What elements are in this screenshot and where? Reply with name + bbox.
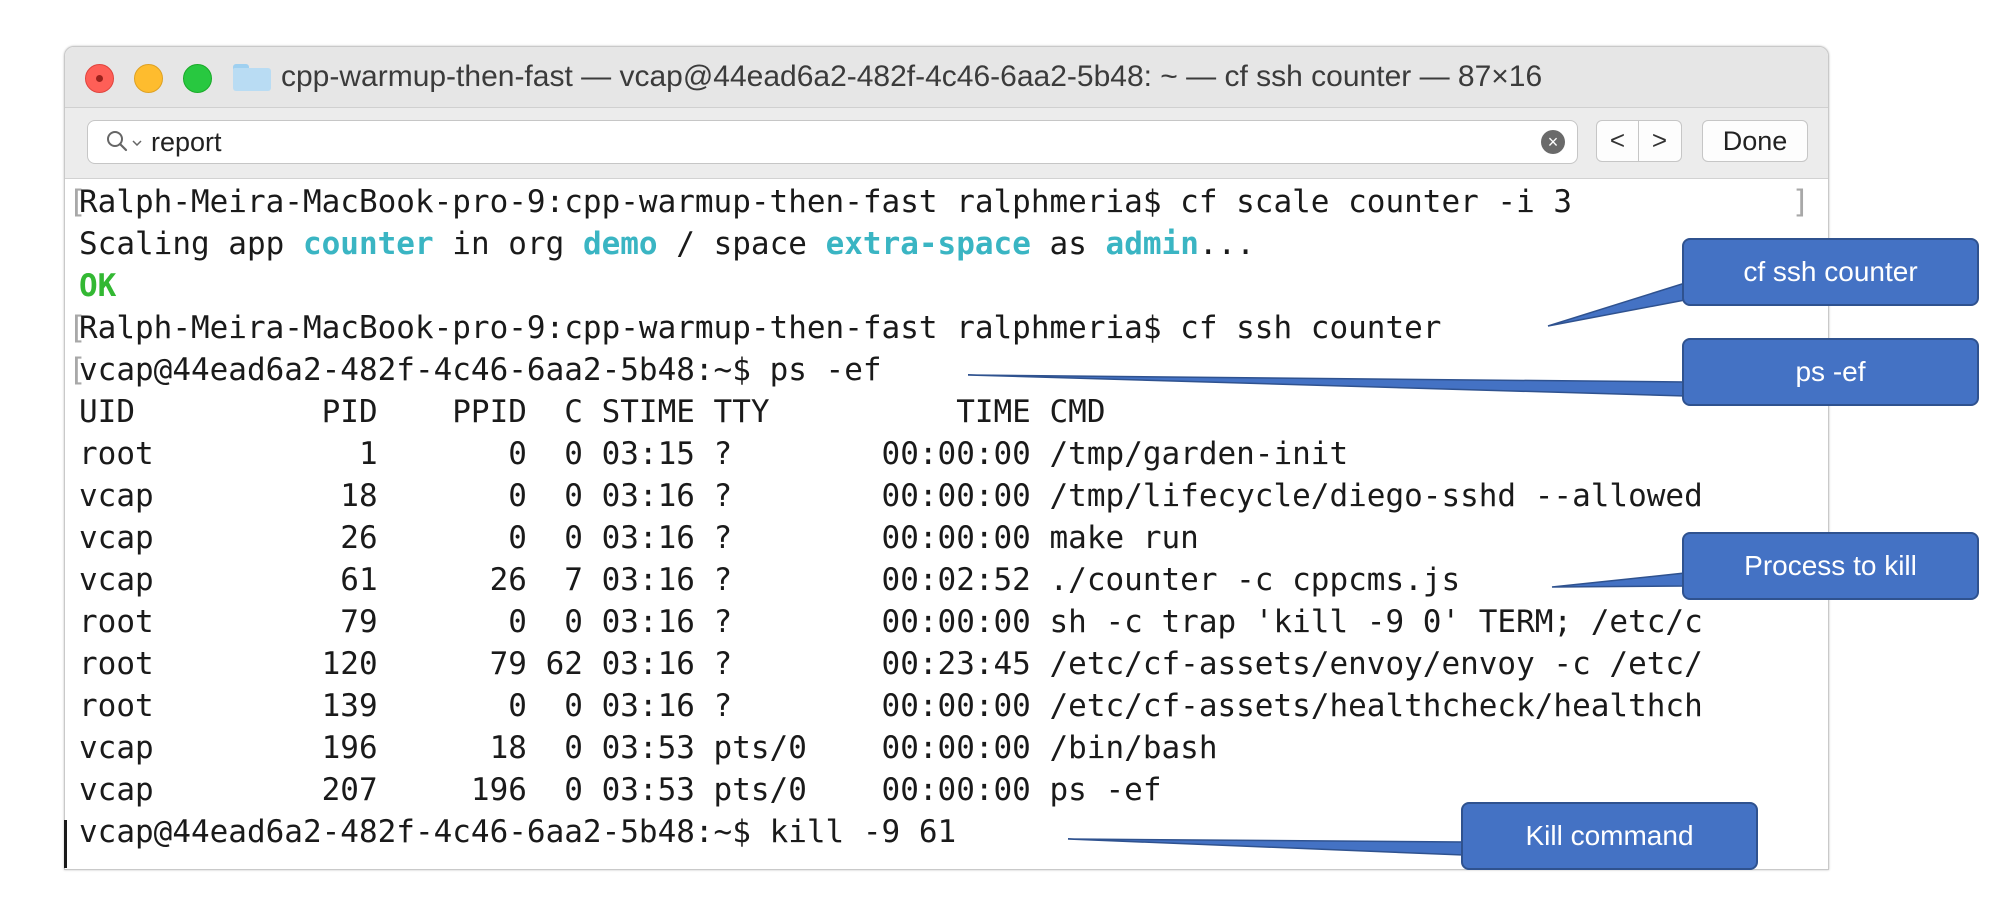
output-text: as: [1030, 226, 1106, 262]
find-navigation: < >: [1596, 120, 1682, 162]
shell-prompt: Ralph-Meira-MacBook-pro-9:cpp-warmup-the…: [79, 184, 1181, 220]
command-text: ps -ef: [769, 352, 882, 388]
process-row: root 79 0 0 03:16 ? 00:00:00 sh -c trap …: [79, 604, 1703, 640]
shell-prompt: vcap@44ead6a2-482f-4c46-6aa2-5b48:~$: [79, 352, 770, 388]
title-bar: cpp-warmup-then-fast — vcap@44ead6a2-482…: [65, 47, 1828, 108]
terminal-output[interactable]: [ ] Ralph-Meira-MacBook-pro-9:cpp-warmup…: [65, 179, 1828, 869]
callout-kill: Kill command: [1461, 802, 1758, 870]
output-text: Scaling app: [79, 226, 303, 262]
space-name: extra-space: [825, 226, 1031, 262]
search-input[interactable]: [151, 121, 1451, 163]
close-button[interactable]: [85, 64, 114, 93]
callout-ps: ps -ef: [1682, 338, 1979, 406]
process-row: vcap 207 196 0 03:53 pts/0 00:00:00 ps -…: [79, 772, 1162, 808]
find-previous-button[interactable]: <: [1597, 121, 1639, 161]
ps-header: UID PID PPID C STIME TTY TIME CMD: [79, 394, 1106, 430]
process-row-target: vcap 61 26 7 03:16 ? 00:02:52 ./counter …: [79, 562, 1461, 598]
ok-status: OK: [79, 268, 117, 304]
callout-ssh: cf ssh counter: [1682, 238, 1979, 306]
process-row: vcap 26 0 0 03:16 ? 00:00:00 make run: [79, 520, 1199, 556]
window-title: cpp-warmup-then-fast — vcap@44ead6a2-482…: [281, 60, 1543, 93]
command-text: kill -9 61: [769, 814, 957, 850]
process-row: vcap 18 0 0 03:16 ? 00:00:00 /tmp/lifecy…: [79, 478, 1703, 514]
folder-icon: [233, 64, 271, 91]
search-icon[interactable]: [106, 130, 128, 152]
minimize-button[interactable]: [134, 64, 163, 93]
callout-process: Process to kill: [1682, 532, 1979, 600]
org-name: demo: [582, 226, 658, 262]
command-text: cf scale counter -i 3: [1180, 184, 1573, 220]
search-field[interactable]: ×: [87, 120, 1578, 164]
zoom-button[interactable]: [183, 64, 212, 93]
command-text: cf ssh counter: [1180, 310, 1442, 346]
shell-prompt: Ralph-Meira-MacBook-pro-9:cpp-warmup-the…: [79, 310, 1181, 346]
user-name: admin: [1105, 226, 1199, 262]
output-text: / space: [657, 226, 826, 262]
done-button[interactable]: Done: [1702, 120, 1808, 162]
output-text: in org: [433, 226, 583, 262]
find-next-button[interactable]: >: [1639, 121, 1680, 161]
command-line-ssh: Ralph-Meira-MacBook-pro-9:cpp-warmup-the…: [79, 307, 1441, 349]
clear-search-icon[interactable]: ×: [1541, 130, 1565, 154]
process-row: root 120 79 62 03:16 ? 00:23:45 /etc/cf-…: [79, 646, 1703, 682]
process-row: root 1 0 0 03:15 ? 00:00:00 /tmp/garden-…: [79, 436, 1349, 472]
scaling-message: Scaling app counter in org demo / space …: [79, 223, 1255, 265]
find-bar: × < > Done: [65, 108, 1828, 179]
shell-prompt: vcap@44ead6a2-482f-4c46-6aa2-5b48:~$: [79, 814, 770, 850]
process-row: vcap 196 18 0 03:53 pts/0 00:00:00 /bin/…: [79, 730, 1218, 766]
output-text: ...: [1198, 226, 1255, 262]
terminal-window: cpp-warmup-then-fast — vcap@44ead6a2-482…: [64, 46, 1829, 870]
command-line-ps: vcap@44ead6a2-482f-4c46-6aa2-5b48:~$ ps …: [79, 349, 882, 391]
command-line-kill: vcap@44ead6a2-482f-4c46-6aa2-5b48:~$ kil…: [79, 811, 956, 853]
command-line-scale: Ralph-Meira-MacBook-pro-9:cpp-warmup-the…: [79, 181, 1572, 223]
chevron-down-icon[interactable]: [132, 140, 142, 146]
close-dot-icon: [96, 75, 103, 82]
window-edge: [64, 820, 67, 868]
mark-bracket: ]: [1791, 184, 1810, 220]
process-row: root 139 0 0 03:16 ? 00:00:00 /etc/cf-as…: [79, 688, 1703, 724]
app-name: counter: [302, 226, 434, 262]
